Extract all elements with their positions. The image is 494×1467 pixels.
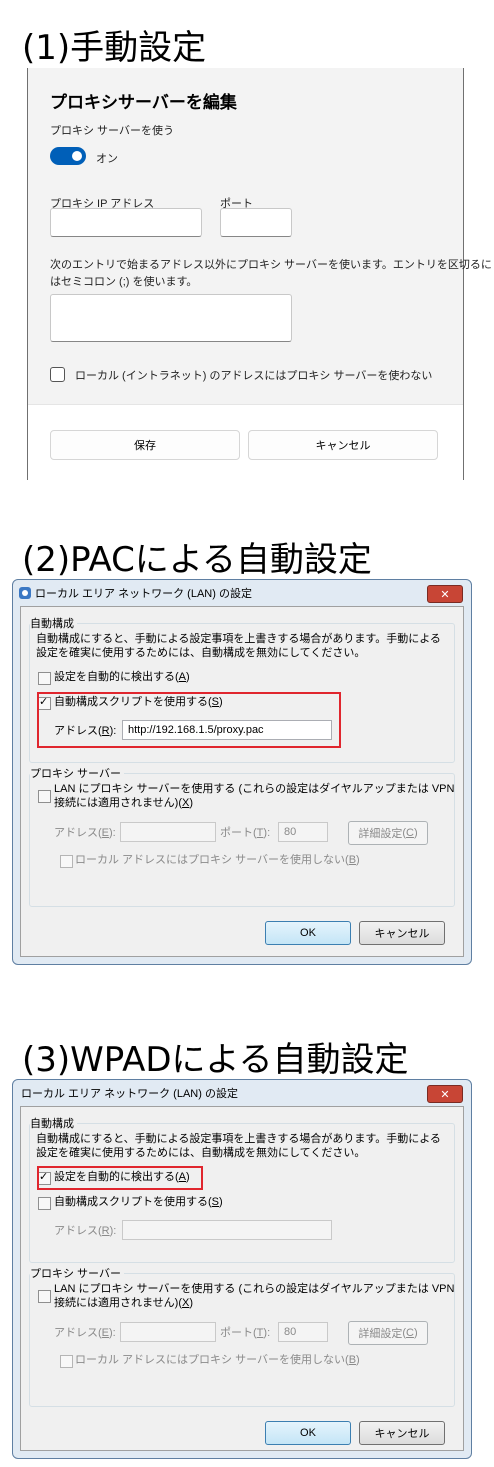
port-input[interactable]: [220, 208, 292, 237]
ok-button[interactable]: OK: [265, 921, 351, 945]
heading-wpad: (3)WPADによる自動設定: [22, 1040, 409, 1080]
dialog-title: ローカル エリア ネットワーク (LAN) の設定: [21, 1088, 238, 1100]
proxy-edit-panel: プロキシサーバーを編集 プロキシ サーバーを使う オン プロキシ IP アドレス…: [27, 68, 492, 481]
panel-title: プロキシサーバーを編集: [50, 93, 237, 112]
bypass-local-checkbox[interactable]: [60, 1355, 73, 1368]
exceptions-desc-2: はセミコロン (;) を使います。: [50, 276, 198, 288]
toggle-state-label: オン: [96, 153, 118, 165]
script-checkbox[interactable]: [38, 1197, 51, 1210]
close-icon: ✕: [440, 587, 450, 601]
ok-button[interactable]: OK: [265, 1421, 351, 1445]
dialog-title: ローカル エリア ネットワーク (LAN) の設定: [35, 588, 252, 600]
proxy-port-input[interactable]: 80: [278, 1322, 328, 1342]
auto-config-group-label: 自動構成: [30, 615, 77, 631]
use-proxy-toggle[interactable]: [50, 147, 86, 165]
proxy-port-input[interactable]: 80: [278, 822, 328, 842]
lan-proxy-checkbox[interactable]: [38, 1290, 51, 1303]
auto-desc-1: 自動構成にすると、手動による設定事項を上書きする場合があります。手動による: [36, 633, 441, 645]
lan-proxy-label-1: LAN にプロキシ サーバーを使用する (これらの設定はダイヤルアップまたは V…: [54, 1283, 455, 1295]
proxy-address-label: アドレス(E):: [54, 827, 116, 839]
save-button[interactable]: 保存: [50, 430, 240, 460]
script-address-input[interactable]: [122, 1220, 332, 1240]
proxy-address-input[interactable]: [120, 1322, 216, 1342]
advanced-button[interactable]: 詳細設定(C): [348, 821, 428, 845]
dialog-titlebar: ローカル エリア ネットワーク (LAN) の設定: [13, 580, 471, 606]
proxy-port-label: ポート(T):: [220, 1327, 271, 1339]
use-proxy-label: プロキシ サーバーを使う: [50, 125, 174, 137]
lan-proxy-label-2: 接続には適用されません)(X): [54, 1297, 194, 1309]
lan-settings-dialog-pac: ローカル エリア ネットワーク (LAN) の設定 ✕ 自動構成 自動構成にする…: [12, 579, 472, 965]
lan-settings-dialog-wpad: ローカル エリア ネットワーク (LAN) の設定 ✕ 自動構成 自動構成にする…: [12, 1079, 472, 1459]
proxy-address-input[interactable]: [120, 822, 216, 842]
dialog-titlebar: ローカル エリア ネットワーク (LAN) の設定: [13, 1080, 471, 1106]
auto-desc-2: 設定を確実に使用するためには、自動構成を無効にしてください。: [36, 1147, 366, 1159]
highlight-box: [37, 692, 341, 748]
bypass-local-label: ローカル アドレスにはプロキシ サーバーを使用しない(B): [75, 1354, 360, 1366]
auto-detect-label: 設定を自動的に検出する(A): [54, 671, 190, 683]
bypass-local-checkbox[interactable]: [60, 855, 73, 868]
proxy-group: プロキシ サーバー LAN にプロキシ サーバーを使用する (これらの設定はダイ…: [29, 765, 455, 907]
dialog-body: 自動構成 自動構成にすると、手動による設定事項を上書きする場合があります。手動に…: [20, 1106, 464, 1451]
proxy-group-label: プロキシ サーバー: [30, 765, 124, 781]
panel-footer: 保存 キャンセル: [28, 404, 463, 481]
dialog-body: 自動構成 自動構成にすると、手動による設定事項を上書きする場合があります。手動に…: [20, 606, 464, 957]
advanced-button[interactable]: 詳細設定(C): [348, 1321, 428, 1345]
auto-detect-checkbox[interactable]: [38, 672, 51, 685]
lan-proxy-label-1: LAN にプロキシ サーバーを使用する (これらの設定はダイヤルアップまたは V…: [54, 783, 455, 795]
proxy-port-label: ポート(T):: [220, 827, 271, 839]
highlight-box: [37, 1166, 203, 1190]
auto-desc-2: 設定を確実に使用するためには、自動構成を無効にしてください。: [36, 647, 366, 659]
exceptions-input[interactable]: [50, 294, 292, 342]
bypass-local-label: ローカル アドレスにはプロキシ サーバーを使用しない(B): [75, 854, 360, 866]
close-button[interactable]: ✕: [427, 585, 463, 603]
script-address-label: アドレス(R):: [54, 1225, 117, 1237]
proxy-address-label: アドレス(E):: [54, 1327, 116, 1339]
cancel-button[interactable]: キャンセル: [248, 430, 438, 460]
auto-config-group-label: 自動構成: [30, 1115, 77, 1131]
cancel-button[interactable]: キャンセル: [359, 921, 445, 945]
proxy-group: プロキシ サーバー LAN にプロキシ サーバーを使用する (これらの設定はダイ…: [29, 1265, 455, 1407]
ip-input[interactable]: [50, 208, 202, 237]
lan-proxy-checkbox[interactable]: [38, 790, 51, 803]
cancel-button[interactable]: キャンセル: [359, 1421, 445, 1445]
auto-config-group: 自動構成 自動構成にすると、手動による設定事項を上書きする場合があります。手動に…: [29, 1115, 455, 1263]
script-label: 自動構成スクリプトを使用する(S): [54, 1196, 223, 1208]
exceptions-desc-1: 次のエントリで始まるアドレス以外にプロキシ サーバーを使います。エントリを区切る…: [50, 259, 492, 271]
settings-icon: [19, 587, 31, 599]
heading-manual: (1)手動設定: [22, 28, 207, 68]
heading-pac: (2)PACによる自動設定: [22, 540, 372, 580]
close-button[interactable]: ✕: [427, 1085, 463, 1103]
auto-desc-1: 自動構成にすると、手動による設定事項を上書きする場合があります。手動による: [36, 1133, 441, 1145]
local-bypass-label: ローカル (イントラネット) のアドレスにはプロキシ サーバーを使わない: [75, 370, 433, 382]
close-icon: ✕: [440, 1087, 450, 1101]
local-bypass-checkbox[interactable]: [50, 367, 65, 382]
proxy-group-label: プロキシ サーバー: [30, 1265, 124, 1281]
lan-proxy-label-2: 接続には適用されません)(X): [54, 797, 194, 809]
